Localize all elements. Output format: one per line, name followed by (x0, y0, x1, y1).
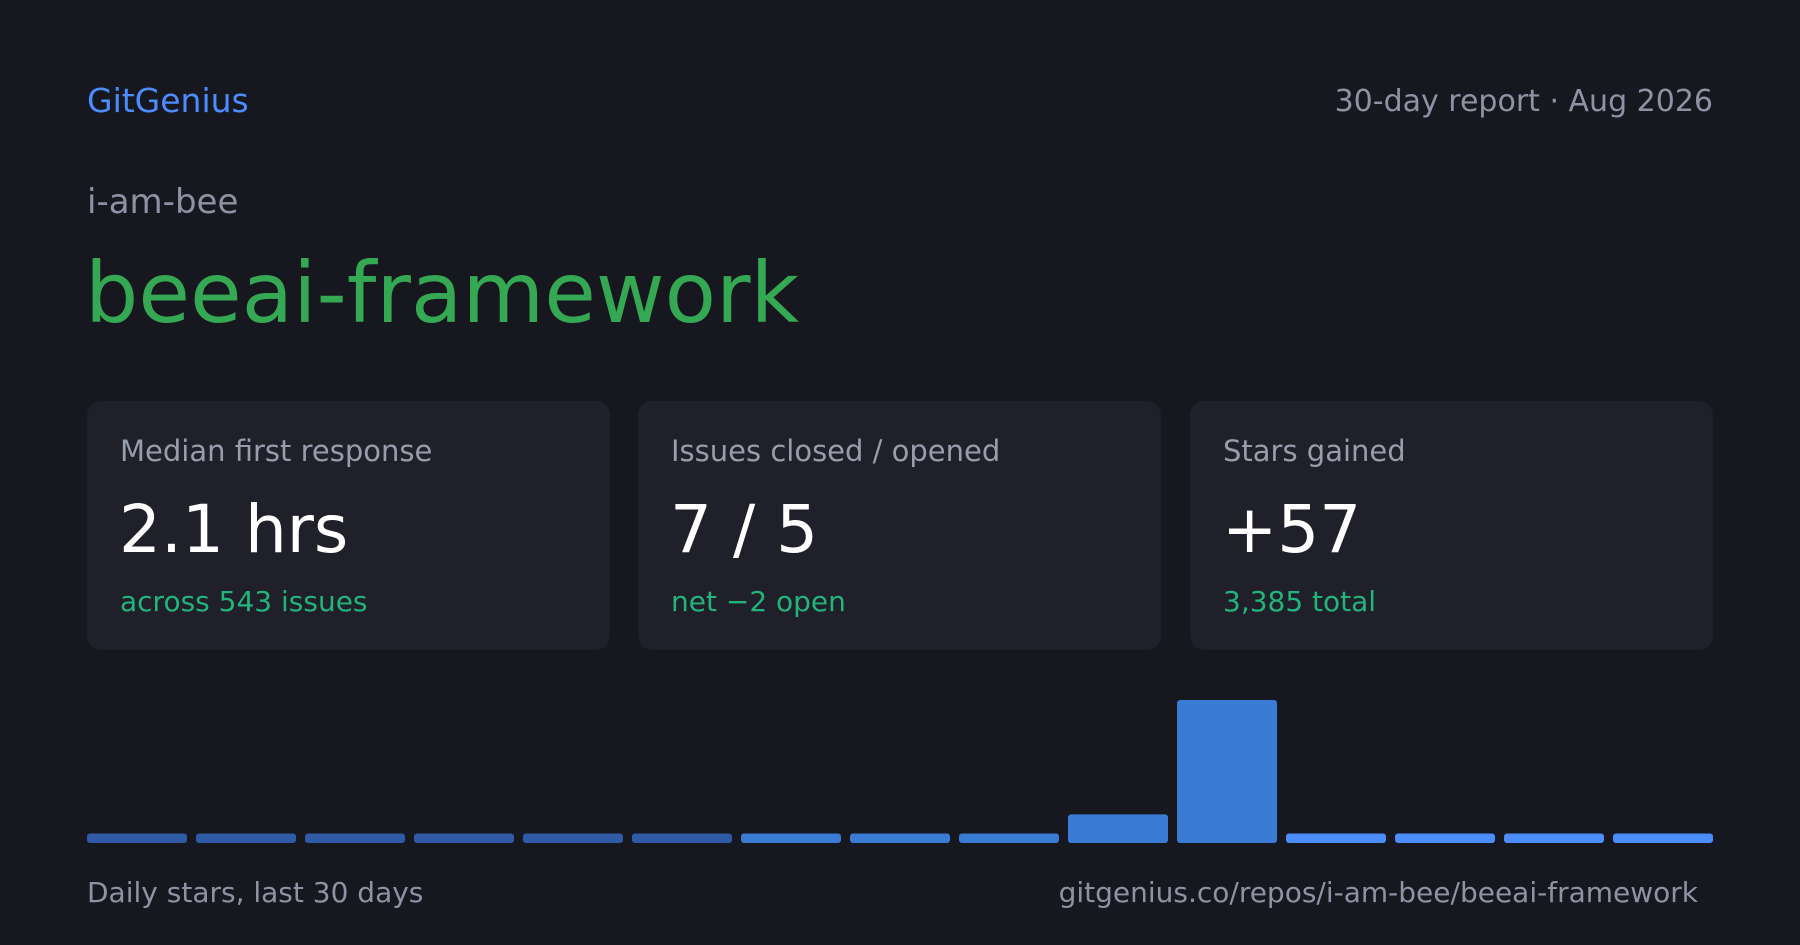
chart-bar (1068, 814, 1168, 843)
repo-name: beeai-framework (85, 244, 800, 342)
stat-label: Stars gained (1223, 434, 1406, 468)
stat-value: +57 (1222, 491, 1362, 568)
stat-subtext: net −2 open (671, 585, 846, 618)
chart-caption: Daily stars, last 30 days (87, 876, 424, 909)
report-period: 30-day report · Aug 2026 (1334, 84, 1713, 119)
chart-bar (741, 833, 841, 843)
chart-bar (196, 833, 296, 843)
stat-value: 7 / 5 (670, 491, 819, 568)
repo-owner: i-am-bee (87, 182, 239, 222)
chart-bar (1286, 833, 1386, 843)
chart-bar (305, 833, 405, 843)
brand-logo: GitGenius (87, 81, 249, 120)
stat-value: 2.1 hrs (119, 491, 349, 568)
stat-label: Issues closed / opened (671, 434, 1001, 468)
chart-bar (523, 833, 623, 843)
stat-label: Median first response (120, 434, 433, 468)
chart-bar (1504, 833, 1604, 843)
chart-bar (850, 833, 950, 843)
daily-stars-chart (87, 700, 1713, 843)
repo-url: gitgenius.co/repos/i-am-bee/beeai-framew… (1058, 876, 1698, 909)
stat-subtext: across 543 issues (120, 585, 368, 618)
chart-bar (632, 833, 732, 843)
chart-bar (414, 833, 514, 843)
stat-card-response-time: Median first response 2.1 hrs across 543… (87, 401, 610, 650)
chart-bar (959, 833, 1059, 843)
stat-card-issues: Issues closed / opened 7 / 5 net −2 open (638, 401, 1161, 650)
chart-bar (1613, 833, 1713, 843)
chart-bar (1177, 700, 1277, 843)
chart-bar (87, 833, 187, 843)
chart-bar (1395, 833, 1495, 843)
stat-card-stars: Stars gained +57 3,385 total (1190, 401, 1713, 650)
stat-subtext: 3,385 total (1223, 585, 1377, 618)
